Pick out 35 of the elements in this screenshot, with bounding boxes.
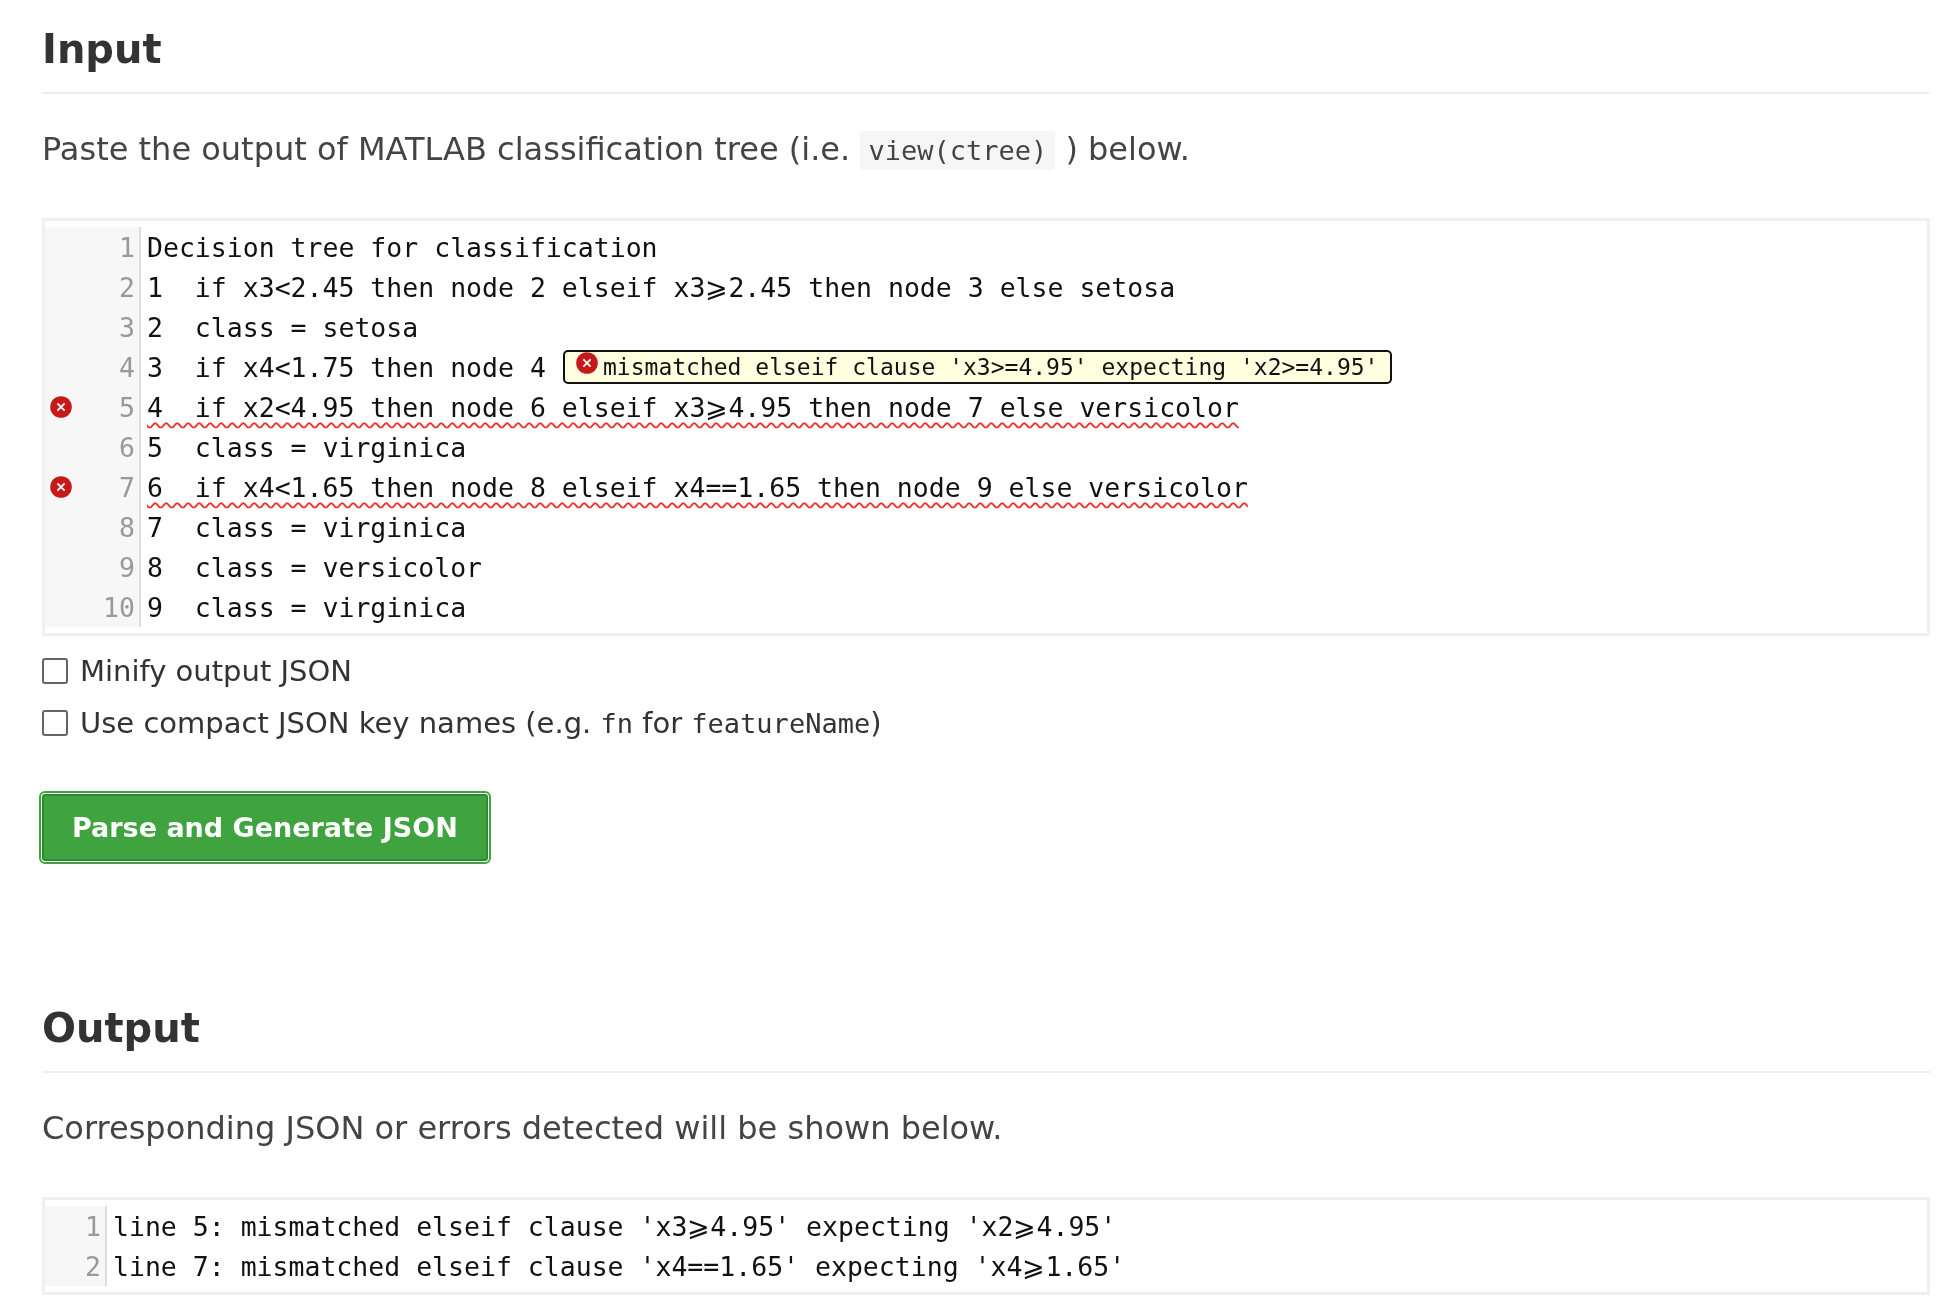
- line-number: 4: [119, 351, 135, 383]
- intro-text: Corresponding JSON or errors detected will be shown below.: [42, 1109, 1004, 1147]
- code-line: 3 if x4<1.75 then node 4: [147, 351, 546, 383]
- checkbox-label[interactable]: Minify output JSON: [80, 654, 352, 688]
- line-number: 6: [119, 431, 135, 463]
- code-line: 7 class = virginica: [147, 511, 467, 543]
- output-line: line 7: mismatched elseif clause 'x4==1.65' expecting 'x4⩾1.65': [113, 1250, 1126, 1282]
- code-line: 4 if x2<4.95 then node 6 elseif x3⩾4.95 then node 7 else versicolor: [147, 391, 1239, 423]
- code-line: 5 class = virginica: [147, 431, 467, 463]
- section-heading: Output: [42, 991, 1930, 1073]
- checkbox[interactable]: [42, 658, 68, 684]
- code-editor[interactable]: [42, 218, 1930, 636]
- code-line: 6 if x4<1.65 then node 8 elseif x4==1.65 then node 9 else versicolor: [147, 471, 1248, 503]
- output-line: line 5: mismatched elseif clause 'x3⩾4.95' expecting 'x2⩾4.95': [113, 1210, 1117, 1242]
- line-number: 8: [119, 511, 135, 543]
- line-number: 3: [119, 311, 135, 343]
- line-number: 10: [103, 591, 135, 623]
- line-number: 2: [85, 1250, 101, 1282]
- checkbox[interactable]: [42, 710, 68, 736]
- tooltip-text: mismatched elseif clause 'x3>=4.95' expecting 'x2>=4.95': [603, 353, 1379, 380]
- intro-text: Paste the output of MATLAB classification tree (i.e. view(ctree) ) below.: [42, 130, 1191, 168]
- section-heading: Input: [42, 12, 1930, 94]
- code-line: Decision tree for classification: [147, 231, 658, 263]
- checkbox-label[interactable]: Use compact JSON key names (e.g. fn for featureName): [80, 706, 882, 740]
- line-number: 7: [119, 471, 135, 503]
- error-icon: [575, 350, 599, 375]
- code-line: 8 class = versicolor: [147, 551, 483, 583]
- code-line: 9 class = virginica: [147, 591, 467, 623]
- line-number: 1: [119, 231, 135, 263]
- line-number: 5: [119, 391, 135, 423]
- code-line: 1 if x3<2.45 then node 2 elseif x3⩾2.45 then node 3 else setosa: [147, 271, 1176, 303]
- line-number: 2: [119, 271, 135, 303]
- line-number: 1: [85, 1210, 101, 1242]
- code-line: 2 class = setosa: [147, 311, 419, 343]
- line-number: 9: [119, 551, 135, 583]
